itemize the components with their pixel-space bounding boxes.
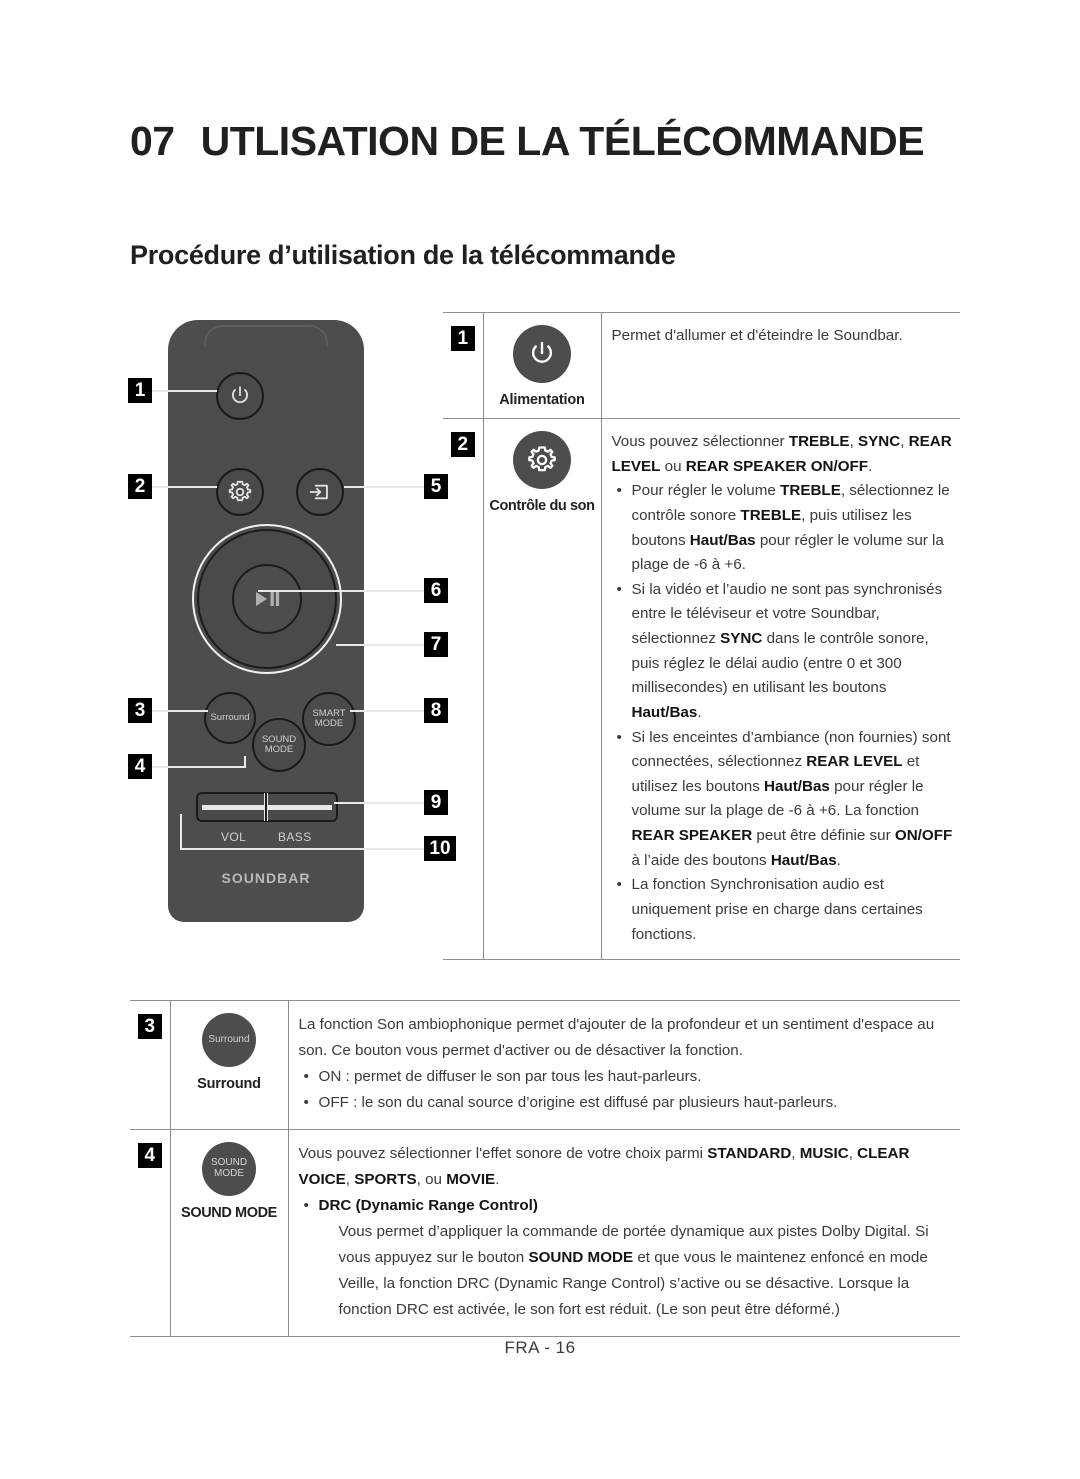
- row-number-cell: 4: [130, 1128, 171, 1337]
- row-caption-3: Surround: [197, 1076, 261, 1092]
- gear-icon: [216, 468, 264, 516]
- table-row: 4 SOUND MODE SOUND MODE Vous pouvez séle…: [130, 1128, 961, 1337]
- list-item: Si les enceintes d’ambiance (non fournie…: [612, 726, 961, 874]
- callout-badge-3: 3: [128, 698, 152, 723]
- sound-mode-button: SOUND MODE: [252, 718, 306, 772]
- list-item: Si la vidéo et l’audio ne sont pas synch…: [612, 578, 961, 726]
- list-item: DRC (Dynamic Range Control) Vous permet …: [299, 1193, 961, 1324]
- remote-body: Surround SOUND MODE SMART MODE VOL BASS …: [168, 320, 364, 922]
- row-4-intro: Vous pouvez sélectionner l'effet sonore …: [298, 1144, 910, 1188]
- row-badge-3: 3: [137, 1014, 162, 1039]
- surround-button-label: Surround: [210, 712, 250, 724]
- row-badge-2: 2: [450, 432, 475, 457]
- rocker-divider: [264, 793, 268, 821]
- list-item: La fonction Synchronisation audio est un…: [612, 873, 961, 947]
- row-icon-cell: Alimentation: [482, 312, 602, 419]
- table-row: 1 Alimentation Permet d'allumer et d'éte…: [443, 312, 960, 419]
- callout-leader-6: [258, 590, 424, 592]
- callout-badge-2: 2: [128, 474, 152, 499]
- row-description-cell: La fonction Son ambiophonique permet d'a…: [287, 1000, 961, 1130]
- row-badge-4: 4: [137, 1142, 162, 1168]
- row-description-cell: Permet d'allumer et d'éteindre le Soundb…: [600, 312, 960, 419]
- manual-page: 07 UTLISATION DE LA TÉLÉCOMMANDE Procédu…: [0, 0, 1080, 1479]
- remote-function-table-bottom: 3 Surround Surround La fonction Son ambi…: [130, 1000, 960, 1337]
- row-badge-1: 1: [450, 326, 475, 351]
- row-icon-cell: Surround Surround: [169, 1000, 289, 1130]
- vol-label: VOL: [221, 830, 247, 844]
- row-4-description: Vous pouvez sélectionner l'effet sonore …: [299, 1141, 961, 1324]
- row-1-description: Permet d'allumer et d'éteindre le Soundb…: [611, 327, 903, 344]
- list-item: Pour régler le volume TREBLE, sélectionn…: [612, 479, 961, 578]
- smart-mode-button: SMART MODE: [302, 692, 356, 746]
- row-caption-4: SOUND MODE: [181, 1204, 277, 1221]
- row-caption-1: Alimentation: [499, 392, 585, 408]
- callout-leader-9: [334, 802, 424, 804]
- chapter-heading: 07 UTLISATION DE LA TÉLÉCOMMANDE: [130, 118, 925, 165]
- sound-mode-button-icon: SOUND MODE: [202, 1141, 256, 1196]
- table-row: 3 Surround Surround La fonction Son ambi…: [130, 1000, 961, 1130]
- row-number-cell: 3: [130, 1000, 171, 1130]
- sound-mode-icon-label: SOUND MODE: [210, 1156, 248, 1179]
- row-3-intro: La fonction Son ambiophonique permet d'a…: [298, 1016, 935, 1060]
- callout-leader-2: [152, 486, 217, 488]
- play-pause-icon: [232, 564, 302, 634]
- page-footer: FRA - 16: [504, 1338, 576, 1357]
- row-2-intro: Vous pouvez sélectionner TREBLE, SYNC, R…: [611, 433, 952, 475]
- row-number-cell: 2: [443, 417, 484, 961]
- row-icon-cell: SOUND MODE SOUND MODE: [169, 1128, 289, 1337]
- list-item: OFF : le son du canal source d’origine e…: [299, 1090, 961, 1116]
- callout-leader-5: [344, 486, 424, 488]
- surround-button: Surround: [204, 692, 256, 744]
- callout-leader-4-riser: [244, 756, 246, 768]
- callout-leader-3: [152, 710, 208, 712]
- callout-leader-8: [350, 710, 424, 712]
- row-icon-cell: Contrôle du son: [482, 417, 602, 961]
- surround-icon-label: Surround: [208, 1033, 250, 1045]
- callout-badge-1: 1: [128, 378, 152, 403]
- bass-label: BASS: [278, 830, 312, 844]
- power-icon: [513, 325, 571, 383]
- surround-button-icon: Surround: [202, 1013, 256, 1067]
- callout-leader-10: [180, 848, 424, 850]
- callout-badge-4: 4: [128, 754, 152, 779]
- drc-title: DRC (Dynamic Range Control): [318, 1196, 538, 1214]
- source-input-icon: [296, 468, 344, 516]
- soundbar-brand-label: SOUNDBAR: [221, 870, 311, 886]
- row-2-bullet-list: Pour régler le volume TREBLE, sélectionn…: [612, 479, 961, 947]
- callout-leader-1: [152, 390, 217, 392]
- row-description-cell: Vous pouvez sélectionner l'effet sonore …: [287, 1128, 961, 1337]
- sound-mode-button-label: SOUND MODE: [261, 734, 297, 755]
- smart-mode-button-label: SMART MODE: [312, 708, 346, 729]
- section-title: Procédure d’utilisation de la télécomman…: [130, 240, 676, 270]
- drc-body: Vous permet d’appliquer la commande de p…: [338, 1222, 929, 1319]
- row-description-cell: Vous pouvez sélectionner TREBLE, SYNC, R…: [600, 417, 961, 961]
- callout-leader-4: [152, 766, 246, 768]
- callout-leader-10-riser: [180, 814, 182, 850]
- chapter-title: UTLISATION DE LA TÉLÉCOMMANDE: [200, 118, 925, 164]
- gear-icon: [513, 431, 571, 489]
- row-caption-2: Contrôle du son: [489, 498, 595, 514]
- remote-control-diagram: Surround SOUND MODE SMART MODE VOL BASS …: [128, 312, 456, 952]
- row-number-cell: 1: [443, 312, 484, 419]
- row-4-bullet-list: DRC (Dynamic Range Control) Vous permet …: [299, 1193, 961, 1324]
- table-row: 2 Contrôle du son Vous pouvez sélectionn…: [443, 417, 961, 961]
- remote-function-table-top: 1 Alimentation Permet d'allumer et d'éte…: [443, 312, 961, 961]
- callout-leader-7: [336, 644, 424, 646]
- list-item: ON : permet de diffuser le son par tous …: [299, 1064, 961, 1090]
- row-2-description: Vous pouvez sélectionner TREBLE, SYNC, R…: [612, 430, 961, 947]
- chapter-number: 07: [130, 118, 175, 164]
- row-3-description: La fonction Son ambiophonique permet d'a…: [299, 1012, 961, 1117]
- row-3-bullet-list: ON : permet de diffuser le son par tous …: [299, 1064, 961, 1116]
- remote-top-notch: [204, 325, 328, 347]
- power-icon: [216, 372, 264, 420]
- volume-bass-rocker: [196, 792, 338, 822]
